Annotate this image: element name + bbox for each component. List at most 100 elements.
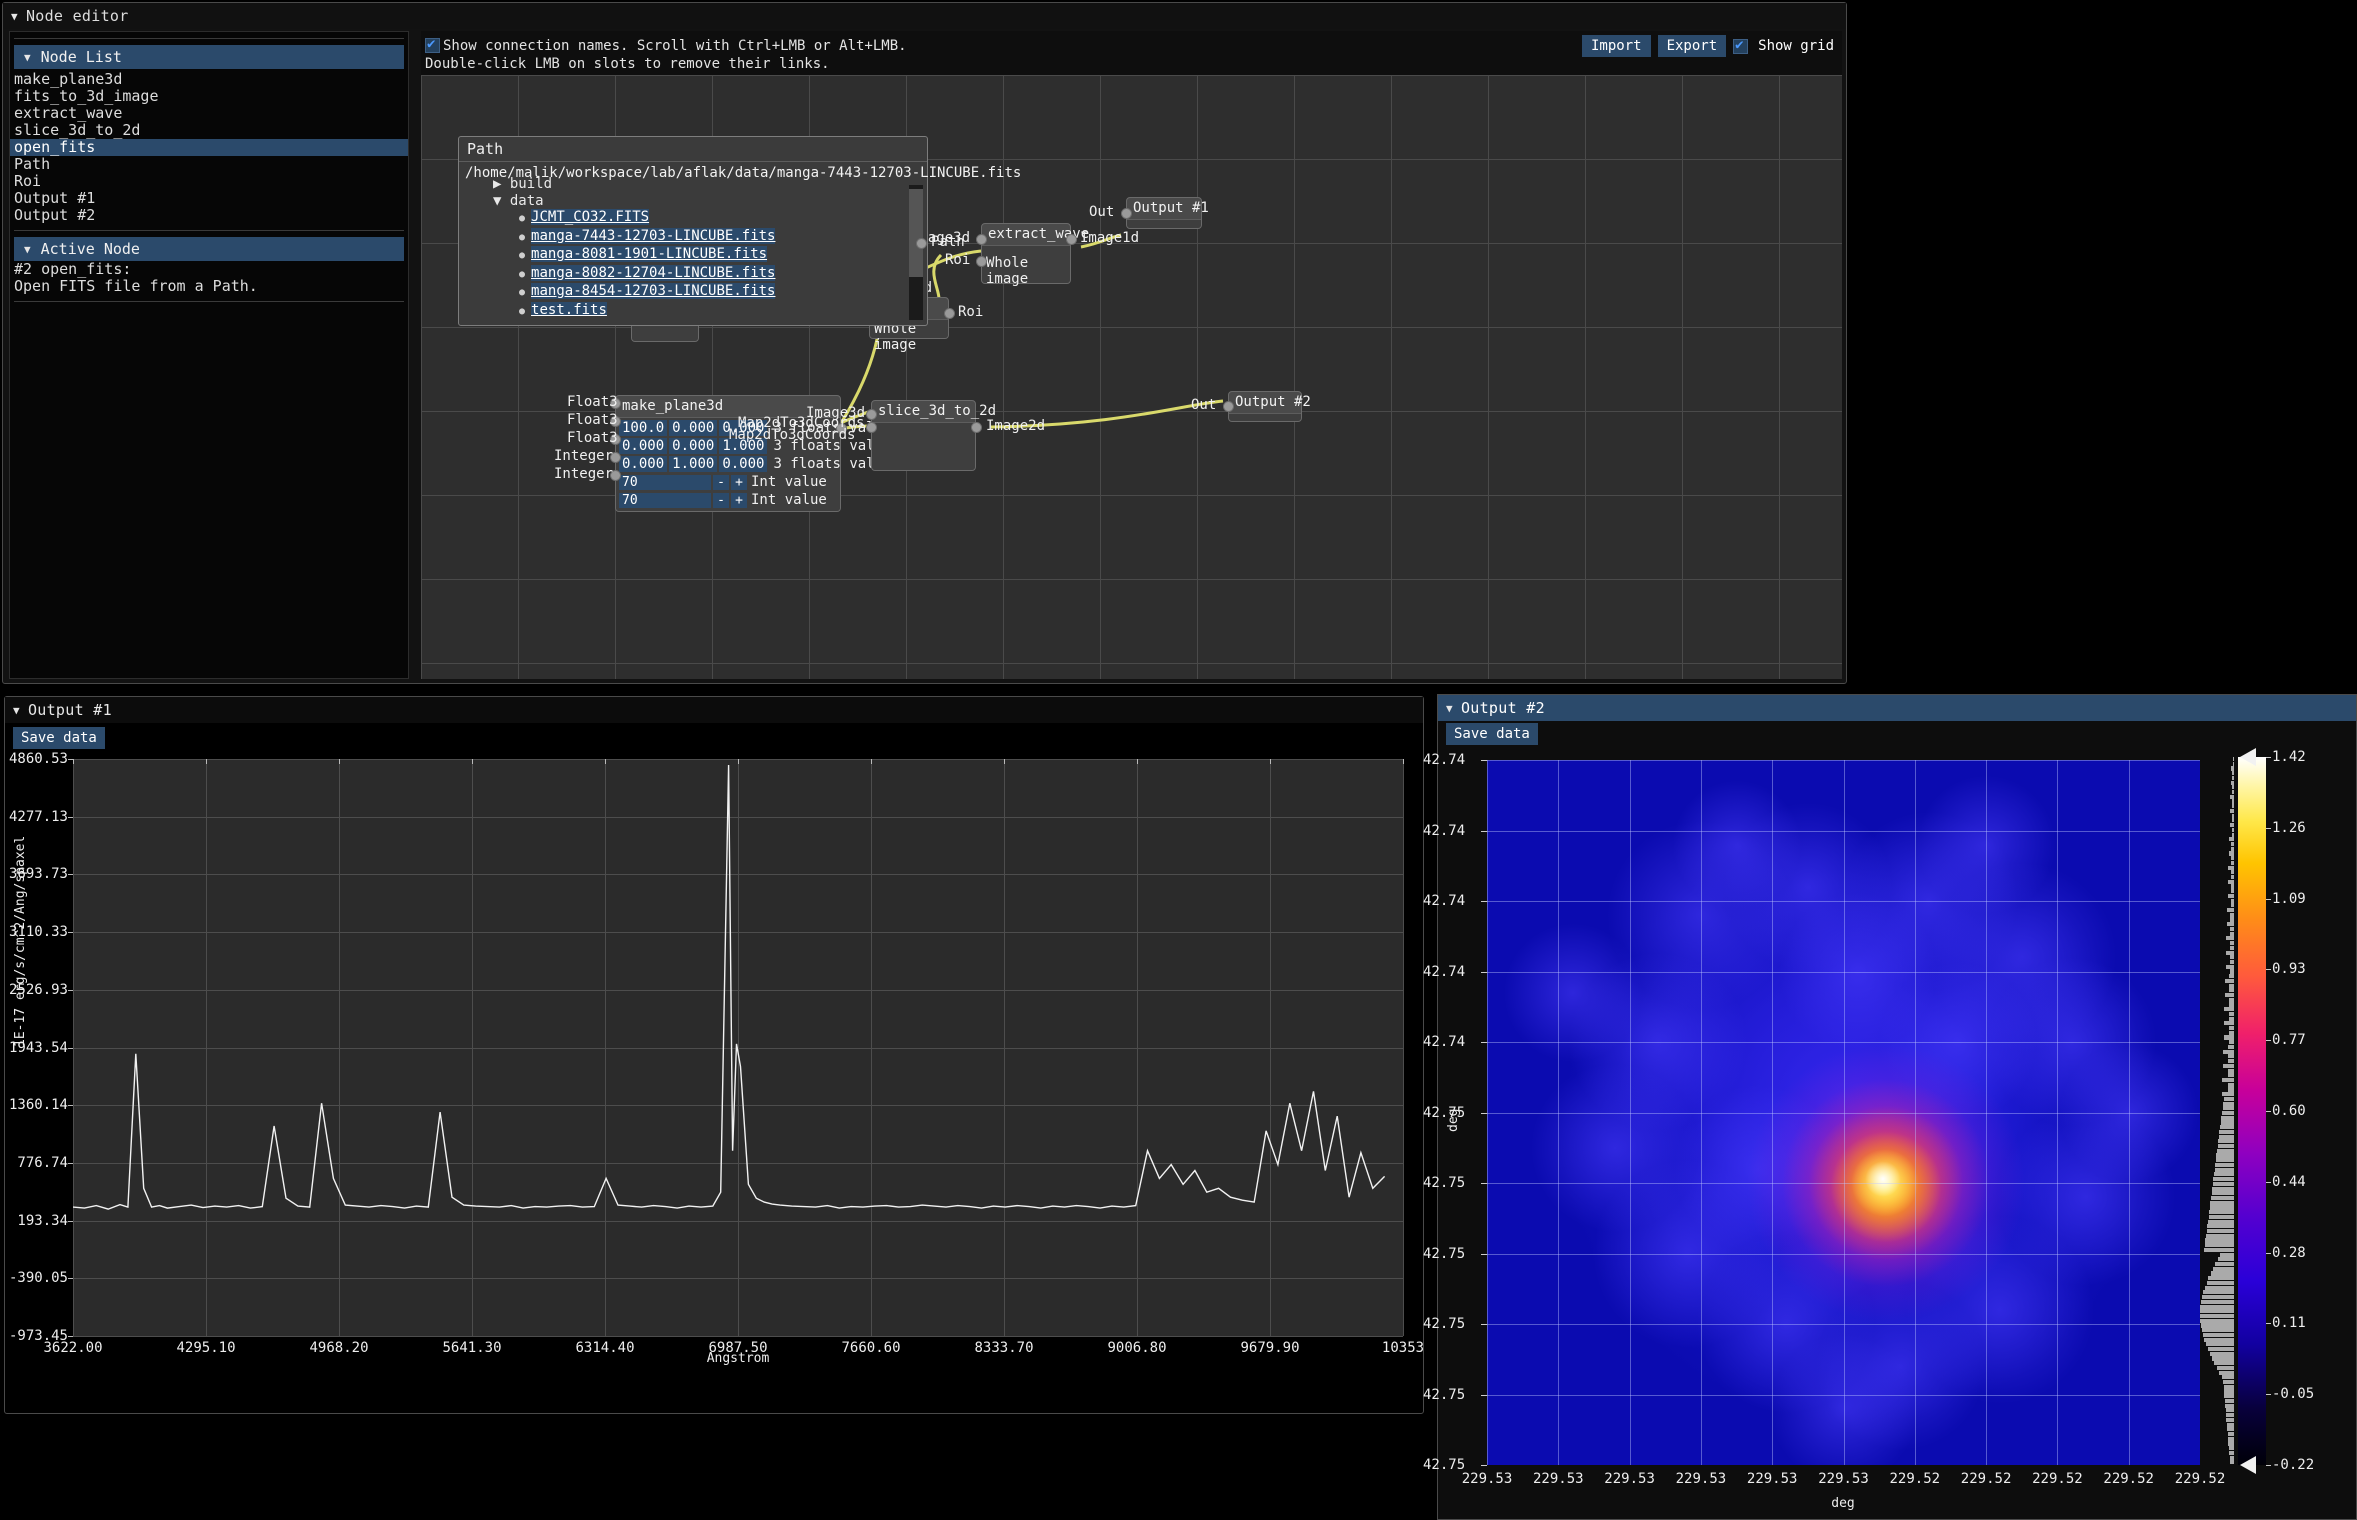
path-scrollbar-thumb[interactable] <box>909 189 923 277</box>
spectrum-plot[interactable]: 4860.53 4277.13 3693.73 3110.33 2526.93 1943.… <box>9 751 1424 1356</box>
graph-node-extract-wave[interactable]: extract_wave Whole image <box>981 223 1089 287</box>
float-field[interactable]: 0.000 <box>619 438 668 454</box>
path-node-out-slot[interactable] <box>916 238 927 249</box>
path-node-window[interactable]: Path /home/malik/workspace/lab/aflak/dat… <box>458 136 1021 326</box>
show-grid-checkbox[interactable] <box>1733 37 1749 54</box>
tree-item-label[interactable]: manga-7443-12703-LINCUBE.fits <box>531 227 776 244</box>
float-field[interactable]: 1.000 <box>669 456 718 472</box>
float-field[interactable]: 0.000 <box>669 438 718 454</box>
hint-line-1: Show connection names. Scroll with Ctrl+… <box>425 35 907 55</box>
slot-out-roi[interactable] <box>944 308 955 319</box>
save-data-button-2[interactable]: Save data <box>1446 723 1538 745</box>
collapse-caret-icon[interactable]: ▼ <box>11 11 18 22</box>
save-data-button-1[interactable]: Save data <box>13 727 105 749</box>
colorbar-tick-label: 1.26 <box>2272 819 2306 836</box>
colorbar-tick-mark <box>2266 898 2271 900</box>
int-field[interactable]: 70 <box>619 474 711 490</box>
collapse-caret-icon[interactable]: ▼ <box>1446 703 1453 714</box>
node-editor-window: ▼ Node editor ▼ Node List make_plane3d fi… <box>2 2 1847 684</box>
slot-out-image1d[interactable] <box>1066 234 1077 245</box>
node-list-item-roi[interactable]: Roi <box>10 173 408 190</box>
slot-in-out2[interactable] <box>1223 401 1234 412</box>
histogram-bar <box>2209 1210 2234 1215</box>
bullet-icon: ● <box>519 213 532 224</box>
node-list-item-make-plane3d[interactable]: make_plane3d <box>10 71 408 88</box>
colorbar-histogram <box>2200 757 2234 1465</box>
tree-item-label[interactable]: manga-8082-12704-LINCUBE.fits <box>531 264 776 281</box>
heat-gridline-v <box>2057 760 2059 1465</box>
bullet-icon: ● <box>519 305 532 317</box>
tree-item-label[interactable]: test.fits <box>531 301 607 316</box>
slot-out-image2d[interactable] <box>971 422 982 433</box>
export-button[interactable]: Export <box>1657 35 1727 57</box>
output2-titlebar[interactable]: ▼ Output #2 <box>1438 695 2356 721</box>
histogram-bar <box>2223 1049 2234 1054</box>
heatmap-image[interactable] <box>1487 760 2200 1465</box>
histogram-bar <box>2232 799 2234 804</box>
colorbar-min-handle[interactable] <box>2240 1456 2256 1474</box>
colorbar[interactable] <box>2238 757 2266 1465</box>
node-editor-titlebar[interactable]: ▼ Node editor <box>3 3 1846 29</box>
slot-in-image3d-slice[interactable] <box>866 409 877 420</box>
tree-row[interactable]: ▼ data <box>467 193 927 210</box>
tree-folder-label[interactable]: ▼ data <box>493 193 544 209</box>
histogram-bar <box>2202 1295 2234 1300</box>
increment-button[interactable]: + <box>731 492 747 508</box>
slot-in-map2dto3d[interactable] <box>866 422 877 433</box>
increment-button[interactable]: + <box>731 474 747 490</box>
gridline-v <box>1403 759 1404 1336</box>
int-field[interactable]: 70 <box>619 492 711 508</box>
node-list-item-slice-3d-to-2d[interactable]: slice_3d_to_2d <box>10 122 408 139</box>
chevron-down-icon[interactable]: ▼ <box>24 52 31 63</box>
graph-node-slice-3d-to-2d[interactable]: slice_3d_to_2d <box>871 400 997 471</box>
file-tree[interactable]: ▶ build ▼ data ● JCMT_CO32.FITS ● manga-744… <box>459 176 927 316</box>
slot-in-image3d[interactable] <box>976 234 987 245</box>
histogram-bar <box>2201 1328 2234 1333</box>
node-list-item-path[interactable]: Path <box>10 156 408 173</box>
import-button[interactable]: Import <box>1581 35 1651 57</box>
histogram-bar <box>2219 1370 2234 1375</box>
slot-in-out1[interactable] <box>1121 208 1132 219</box>
tree-item-label[interactable]: JCMT_CO32.FITS <box>531 209 650 225</box>
slot-in-roi[interactable] <box>976 256 987 267</box>
show-connection-names-checkbox[interactable] <box>425 36 440 53</box>
decrement-button[interactable]: - <box>713 474 729 490</box>
output1-titlebar[interactable]: ▼ Output #1 <box>5 697 1423 723</box>
graph-node-output-1[interactable]: Output #1 <box>1126 197 1209 229</box>
float-field[interactable]: 0.000 <box>719 456 768 472</box>
histogram-bar <box>2220 1252 2234 1257</box>
colorbar-tick-mark <box>2266 757 2271 758</box>
tree-item-label[interactable]: manga-8081-1901-LINCUBE.fits <box>531 246 768 262</box>
decrement-button[interactable]: - <box>713 492 729 508</box>
node-list-item-extract-wave[interactable]: extract_wave <box>10 105 408 122</box>
histogram-bar <box>2231 766 2234 771</box>
path-scrollbar[interactable] <box>909 185 923 320</box>
tree-row[interactable]: ● manga-8081-1901-LINCUBE.fits <box>467 246 927 265</box>
tree-row[interactable]: ● manga-8082-12704-LINCUBE.fits <box>467 264 927 284</box>
x-tick-label: 10353 <box>1381 1340 1425 1356</box>
node-list-item-output-2[interactable]: Output #2 <box>10 207 408 224</box>
node-list-item-fits-to-3d-image[interactable]: fits_to_3d_image <box>10 88 408 105</box>
colorbar-max-handle[interactable] <box>2240 748 2256 766</box>
histogram-bar <box>2209 1351 2234 1356</box>
node-list-item-open-fits[interactable]: open_fits <box>10 139 408 156</box>
tree-item-label[interactable]: manga-8454-12703-LINCUBE.fits <box>531 283 776 299</box>
tree-row[interactable]: ● JCMT_CO32.FITS <box>467 209 927 228</box>
histogram-bar <box>2215 1158 2234 1163</box>
chevron-down-icon[interactable]: ▼ <box>24 244 31 255</box>
active-node-header[interactable]: ▼ Active Node <box>14 237 404 261</box>
float-field[interactable]: 0.000 <box>619 456 668 472</box>
node-list-item-output-1[interactable]: Output #1 <box>10 190 408 207</box>
node-list-header[interactable]: ▼ Node List <box>14 45 404 69</box>
node-title: slice_3d_to_2d <box>878 403 997 419</box>
collapse-caret-icon[interactable]: ▼ <box>13 705 20 716</box>
tree-folder-label[interactable]: ▶ build <box>493 176 552 192</box>
float-field[interactable]: 0.000 <box>669 420 718 436</box>
tree-row[interactable]: ● test.fits <box>467 301 927 317</box>
graph-node-output-2[interactable]: Output #2 <box>1228 391 1311 422</box>
tree-row[interactable]: ● manga-8454-12703-LINCUBE.fits <box>467 283 927 302</box>
y-tick-mark <box>68 1336 73 1337</box>
tree-row[interactable]: ● manga-7443-12703-LINCUBE.fits <box>467 227 927 247</box>
float-field[interactable]: 100.0 <box>619 420 668 436</box>
node-graph-canvas[interactable]: Show connection names. Scroll with Ctrl+… <box>421 31 1842 679</box>
